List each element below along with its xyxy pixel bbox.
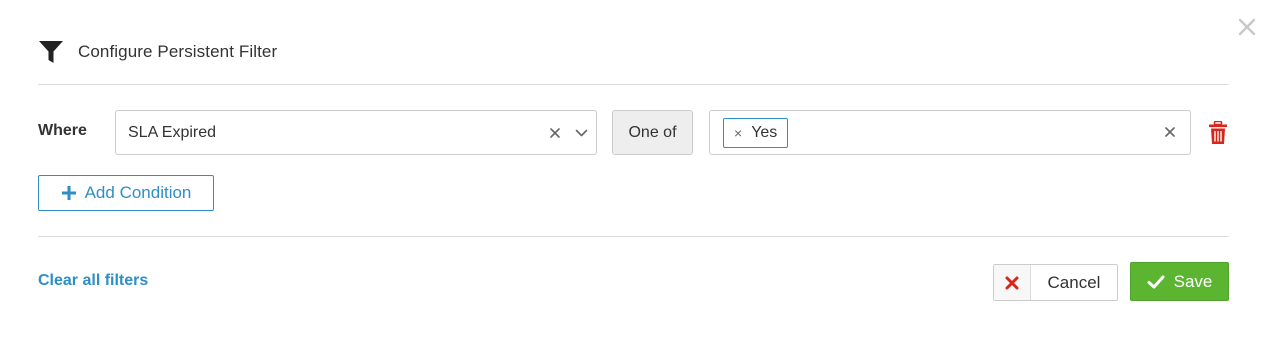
dialog-title: Configure Persistent Filter	[78, 42, 278, 61]
clear-all-filters-link[interactable]: Clear all filters	[38, 272, 148, 290]
operator-select[interactable]: One of	[612, 110, 693, 155]
plus-icon	[61, 185, 77, 201]
save-label: Save	[1173, 271, 1213, 291]
value-tag: × Yes	[723, 118, 789, 148]
field-select[interactable]: SLA Expired	[115, 110, 597, 155]
dialog-header: Configure Persistent Filter	[38, 38, 277, 66]
x-icon	[994, 265, 1031, 300]
clear-values-icon[interactable]	[1164, 125, 1176, 143]
cancel-label: Cancel	[1047, 272, 1101, 292]
value-tag-label: Yes	[751, 124, 778, 141]
remove-tag-icon[interactable]: ×	[734, 126, 742, 140]
cancel-button[interactable]: Cancel	[993, 264, 1118, 301]
footer-divider	[38, 236, 1229, 237]
save-button[interactable]: Save	[1130, 262, 1229, 301]
filter-funnel-icon	[38, 39, 64, 65]
checkmark-icon	[1147, 274, 1165, 290]
clear-field-icon[interactable]	[544, 127, 566, 139]
field-select-value: SLA Expired	[128, 123, 217, 141]
trash-icon[interactable]	[1208, 120, 1228, 145]
add-condition-label: Add Condition	[84, 183, 192, 202]
header-divider	[38, 84, 1229, 85]
close-icon[interactable]	[1236, 16, 1258, 38]
chevron-down-icon[interactable]	[566, 129, 596, 137]
add-condition-button[interactable]: Add Condition	[38, 175, 214, 211]
values-multiselect[interactable]: × Yes	[709, 110, 1191, 155]
where-label: Where	[38, 122, 87, 139]
